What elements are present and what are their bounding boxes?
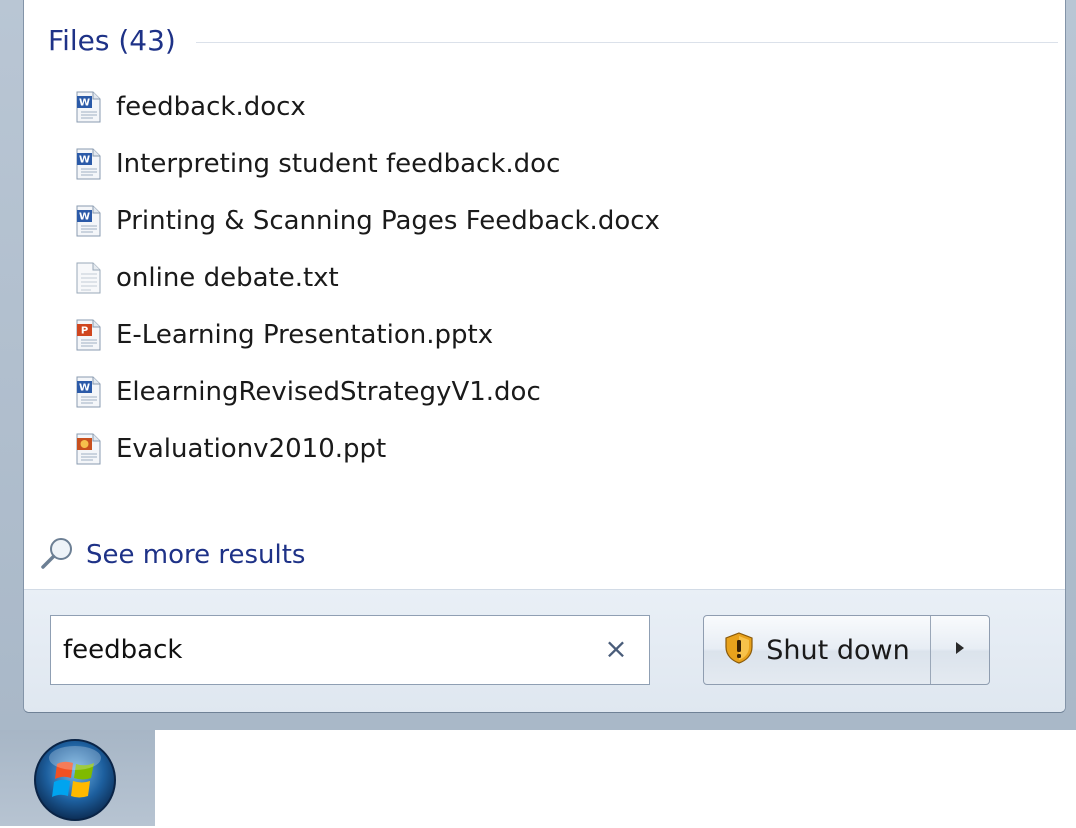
word-doc-icon: W xyxy=(76,205,102,237)
file-results-list: W feedback.docx W Interpreting student f… xyxy=(76,78,660,477)
section-divider xyxy=(195,41,1058,43)
list-item[interactable]: W feedback.docx xyxy=(76,78,660,135)
start-menu-bottom-bar: × Shut down xyxy=(24,589,1065,712)
list-item[interactable]: Evaluationv2010.ppt xyxy=(76,420,660,477)
start-menu-search-results: Files (43) W feedback.docx W Interpretin… xyxy=(23,0,1066,713)
files-section-header[interactable]: Files (43) xyxy=(48,20,1058,60)
svg-text:W: W xyxy=(79,211,90,222)
svg-text:W: W xyxy=(79,154,90,165)
magnifier-icon xyxy=(40,536,74,574)
file-name: Evaluationv2010.ppt xyxy=(116,433,387,464)
powerpoint-icon xyxy=(76,433,102,465)
triangle-right-icon xyxy=(954,640,966,660)
search-box[interactable]: × xyxy=(50,615,650,685)
list-item[interactable]: W ElearningRevisedStrategyV1.doc xyxy=(76,363,660,420)
list-item[interactable]: online debate.txt xyxy=(76,249,660,306)
shutdown-options-button[interactable] xyxy=(931,616,989,684)
file-name: E-Learning Presentation.pptx xyxy=(116,319,494,350)
uac-shield-icon xyxy=(724,632,754,668)
file-name: Printing & Scanning Pages Feedback.docx xyxy=(116,205,660,236)
svg-text:P: P xyxy=(81,325,88,336)
text-file-icon xyxy=(76,262,102,294)
file-name: Interpreting student feedback.doc xyxy=(116,148,561,179)
powerpoint-icon: P xyxy=(76,319,102,351)
svg-text:W: W xyxy=(79,382,90,393)
see-more-results-label: See more results xyxy=(86,540,306,570)
close-icon[interactable]: × xyxy=(601,634,631,664)
shutdown-button[interactable]: Shut down xyxy=(704,616,931,684)
taskbar xyxy=(0,730,1076,826)
search-input[interactable] xyxy=(51,635,595,665)
file-name: feedback.docx xyxy=(116,91,306,122)
svg-text:W: W xyxy=(79,97,90,108)
list-item[interactable]: W Printing & Scanning Pages Feedback.doc… xyxy=(76,192,660,249)
file-name: ElearningRevisedStrategyV1.doc xyxy=(116,376,541,407)
file-name: online debate.txt xyxy=(116,262,339,293)
word-doc-icon: W xyxy=(76,91,102,123)
files-section-title[interactable]: Files (43) xyxy=(48,24,176,57)
shutdown-split-button: Shut down xyxy=(703,615,990,685)
list-item[interactable]: W Interpreting student feedback.doc xyxy=(76,135,660,192)
list-item[interactable]: P E-Learning Presentation.pptx xyxy=(76,306,660,363)
start-button-area xyxy=(0,730,155,826)
word-doc-icon: W xyxy=(76,376,102,408)
see-more-results-link[interactable]: See more results xyxy=(40,535,305,575)
windows-start-orb-icon[interactable] xyxy=(30,736,120,824)
word-doc-icon: W xyxy=(76,148,102,180)
shutdown-label: Shut down xyxy=(766,634,910,666)
